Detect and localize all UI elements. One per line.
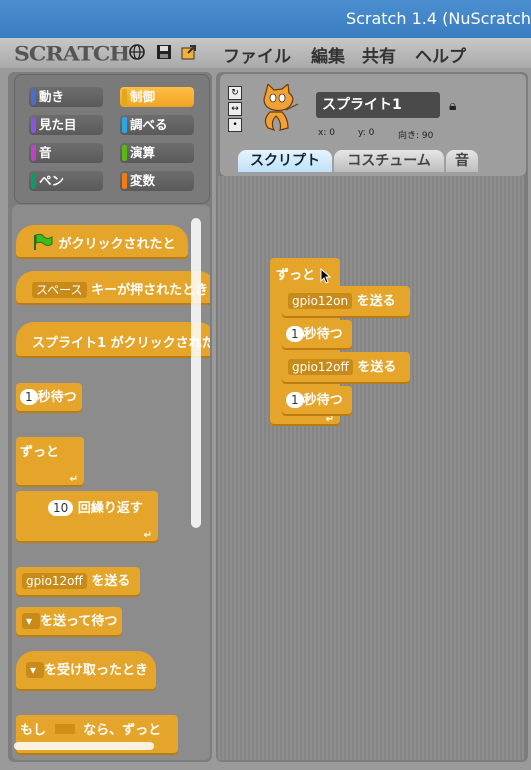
looks-color — [31, 117, 36, 133]
globe-icon[interactable] — [128, 43, 146, 61]
block-label: を送って待つ — [40, 614, 118, 629]
script-broadcast-on-block[interactable]: gpio12on を送る — [282, 286, 410, 318]
wait-block[interactable]: 1 秒待つ — [16, 383, 82, 413]
category-sound[interactable]: 音 — [29, 143, 103, 163]
wait-input-2[interactable]: 1 — [286, 392, 304, 408]
cat-sprite-icon — [263, 84, 299, 132]
palette-vertical-scrollbar[interactable] — [191, 218, 201, 528]
category-variables[interactable]: 変数 — [120, 171, 194, 191]
tab-costumes[interactable]: コスチューム — [334, 150, 444, 172]
block-label: を受け取ったとき — [44, 663, 149, 678]
when-key-pressed-block[interactable]: スペース キーが押されたとき — [16, 271, 210, 305]
motion-color — [31, 89, 36, 105]
variables-color — [122, 173, 127, 189]
category-label: 制御 — [130, 89, 156, 104]
category-label: 音 — [39, 145, 52, 160]
menu-share[interactable]: 共有 — [362, 42, 396, 67]
when-sprite-clicked-block[interactable]: スプライト1 がクリックされたとき — [16, 322, 210, 358]
category-pen[interactable]: ペン — [29, 171, 103, 191]
loop-arrow-icon: ↵ — [143, 530, 152, 541]
block-label: を送る — [357, 360, 397, 375]
when-flag-clicked-block[interactable]: がクリックされたとき — [16, 225, 188, 292]
save-icon[interactable] — [155, 43, 173, 61]
broadcast-block[interactable]: gpio12off を送る — [16, 567, 140, 597]
repeat-input[interactable]: 10 — [48, 500, 74, 516]
menu-edit[interactable]: 編集 — [311, 42, 345, 67]
loop-arrow-icon: ↵ — [69, 474, 78, 485]
category-label: 動き — [39, 89, 65, 104]
scratch-logo: SCRATCH — [14, 42, 130, 66]
script-area[interactable] — [218, 176, 524, 760]
sprite-x: x: 0 — [318, 128, 335, 138]
pen-color — [31, 173, 36, 189]
wait-input[interactable]: 1 — [20, 389, 38, 405]
broadcast-and-wait-block[interactable]: ▾ を送って待つ — [16, 607, 122, 637]
title-bar: Scratch 1.4 (NuScratch — [0, 0, 531, 38]
tab-sounds[interactable]: 音 — [446, 150, 478, 172]
category-label: 演算 — [130, 145, 156, 160]
block-label: 秒待つ — [303, 327, 343, 342]
condition-slot[interactable] — [54, 724, 75, 734]
category-motion[interactable]: 動き — [29, 87, 103, 107]
share-icon[interactable] — [180, 43, 198, 61]
broadcast-wait-dropdown[interactable]: ▾ — [22, 613, 40, 629]
sound-color — [31, 145, 36, 161]
tab-scripts[interactable]: スクリプト — [238, 150, 332, 172]
block-label: 回繰り返す — [77, 501, 143, 516]
category-panel: 動き 制御 見た目 調べる 音 演算 ペン 変数 — [14, 74, 210, 204]
category-label: 見た目 — [39, 117, 77, 132]
key-dropdown[interactable]: スペース — [32, 282, 87, 298]
block-label: 秒待つ — [37, 390, 77, 405]
no-rotate-icon[interactable]: • — [228, 118, 242, 132]
menu-file[interactable]: ファイル — [223, 42, 291, 67]
wait-input-1[interactable]: 1 — [286, 326, 304, 342]
broadcast-off-dropdown[interactable]: gpio12off — [288, 359, 353, 375]
forever-block[interactable]: ずっと ↵ — [16, 437, 84, 487]
block-label: を送る — [356, 294, 396, 309]
when-receive-block[interactable]: ▾ を受け取ったとき — [16, 651, 156, 691]
category-label: 変数 — [130, 173, 156, 188]
flip-lr-icon[interactable]: ↔ — [228, 102, 242, 116]
sprite-direction: 向き: 90 — [398, 131, 434, 141]
lock-icon[interactable]: 🔒︎ — [449, 98, 456, 114]
category-sensing[interactable]: 調べる — [120, 115, 194, 135]
script-wait-block-1[interactable]: 1 秒待つ — [282, 320, 352, 350]
category-operators[interactable]: 演算 — [120, 143, 194, 163]
control-color — [122, 89, 127, 105]
category-label: ペン — [39, 173, 65, 188]
repeat-block[interactable]: 10 回繰り返す ↵ — [16, 491, 158, 543]
script-broadcast-off-block[interactable]: gpio12off を送る — [282, 352, 410, 384]
category-looks[interactable]: 見た目 — [29, 115, 103, 135]
block-label: なら、ずっと — [83, 723, 162, 738]
mouse-cursor-icon — [320, 268, 332, 284]
sprite-name-field[interactable]: スプライト1 — [316, 92, 440, 118]
block-label: ずっと — [20, 445, 60, 460]
operators-color — [122, 145, 127, 161]
window-title: Scratch 1.4 (NuScratch — [345, 9, 531, 28]
script-wait-block-2[interactable]: 1 秒待つ — [282, 386, 352, 416]
block-label: ずっと — [276, 268, 316, 283]
green-flag-icon — [34, 233, 53, 250]
rotate-all-icon[interactable]: ↻ — [228, 86, 242, 100]
receive-dropdown[interactable]: ▾ — [26, 662, 44, 678]
block-label: 秒待つ — [303, 393, 343, 408]
block-label: もし — [20, 723, 47, 738]
palette-horizontal-scrollbar[interactable] — [14, 742, 154, 750]
block-label: スプライト1 がクリックされたとき — [32, 336, 210, 351]
block-label: を送る — [91, 574, 131, 589]
broadcast-on-dropdown[interactable]: gpio12on — [288, 293, 353, 309]
block-palette: がクリックされたとき スペース キーが押されたとき スプライト1 がクリックされ… — [12, 205, 210, 760]
sprite-y: y: 0 — [358, 128, 375, 138]
broadcast-dropdown[interactable]: gpio12off — [22, 573, 87, 589]
category-label: 調べる — [130, 117, 168, 132]
category-control[interactable]: 制御 — [120, 87, 194, 107]
menu-bar: SCRATCH ファイル 編集 共有 ヘルプ — [0, 38, 531, 68]
menu-help[interactable]: ヘルプ — [415, 42, 466, 67]
sensing-color — [122, 117, 127, 133]
